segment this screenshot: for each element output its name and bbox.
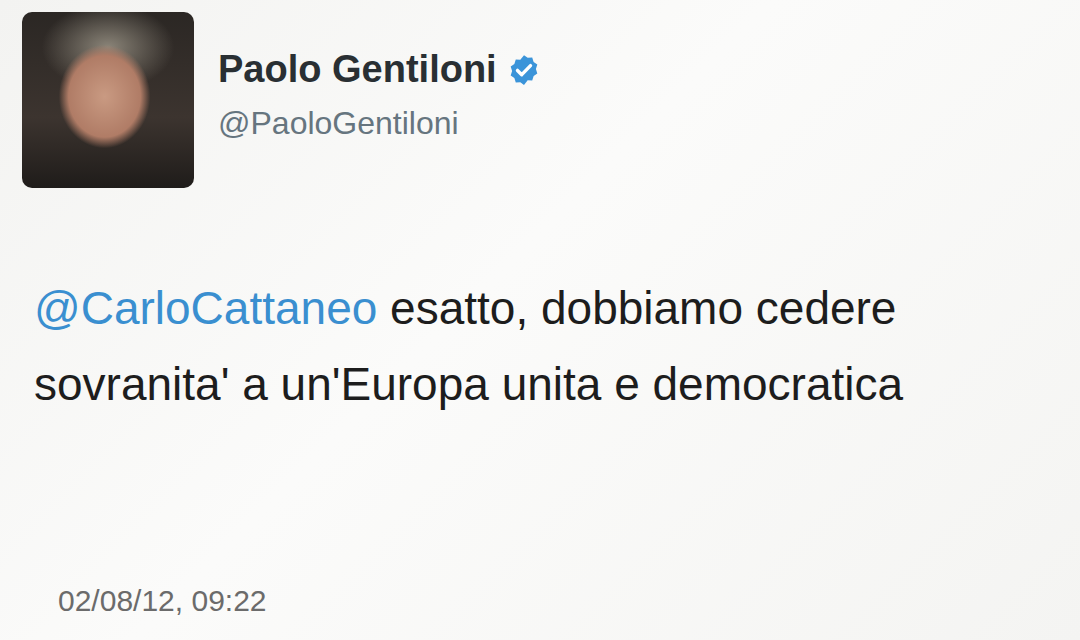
author-name[interactable]: Paolo Gentiloni bbox=[218, 48, 497, 91]
avatar-photo[interactable] bbox=[22, 12, 194, 188]
tweet-header: Paolo Gentiloni @PaoloGentiloni bbox=[22, 12, 1060, 188]
author-handle[interactable]: @PaoloGentiloni bbox=[218, 105, 541, 142]
tweet-timestamp[interactable]: 02/08/12, 09:22 bbox=[58, 584, 1060, 618]
verified-badge-icon bbox=[507, 53, 541, 87]
tweet-text: @CarloCattaneo esatto, dobbiamo cedere s… bbox=[34, 270, 1060, 422]
name-row: Paolo Gentiloni bbox=[218, 48, 541, 91]
author-info: Paolo Gentiloni @PaoloGentiloni bbox=[218, 12, 541, 142]
tweet-card: Paolo Gentiloni @PaoloGentiloni @CarloCatt… bbox=[0, 0, 1080, 640]
mention-link[interactable]: @CarloCattaneo bbox=[34, 282, 377, 334]
